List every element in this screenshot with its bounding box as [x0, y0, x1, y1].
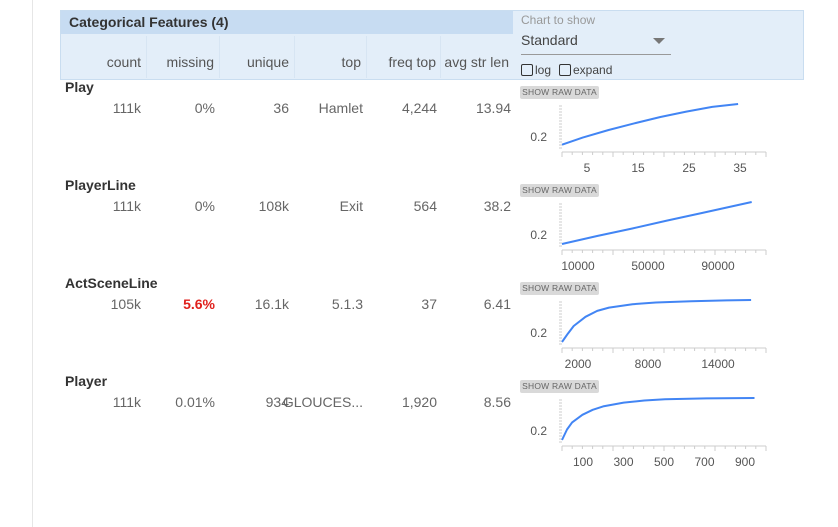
- cell-freq-top: 4,244: [401, 100, 437, 116]
- feature-name: ActSceneLine: [65, 275, 158, 291]
- cdf-chart: 0.2 10000 50000 90000: [520, 197, 780, 273]
- section-title: Categorical Features (4): [61, 11, 513, 34]
- x-tick-label: 15: [631, 161, 645, 175]
- cell-count: 105k: [110, 296, 141, 312]
- log-checkbox[interactable]: log: [521, 63, 551, 77]
- cell-avg-str-len: 13.94: [475, 100, 511, 116]
- chart-svg: 0.2 10000 50000 90000: [530, 201, 767, 273]
- caret-down-icon: [653, 38, 665, 44]
- x-tick-label: 50000: [631, 259, 665, 273]
- feature-name: Player: [65, 373, 108, 389]
- y-tick-label: 0.2: [530, 130, 547, 144]
- cell-freq-top: 564: [413, 198, 437, 214]
- x-tick-label: 25: [682, 161, 696, 175]
- chart-svg: 0.2 100 300 500 700 900: [530, 397, 767, 469]
- chart-to-show-label: Chart to show: [521, 13, 596, 27]
- x-tick-label: 100: [573, 455, 593, 469]
- chart-svg: 0.2 5 15 25 35: [530, 103, 767, 175]
- cell-unique: 16.1k: [254, 296, 289, 312]
- x-tick-label: 500: [654, 455, 674, 469]
- cdf-series-line: [561, 103, 739, 146]
- expand-checkbox[interactable]: expand: [559, 63, 612, 77]
- cdf-series-line: [561, 299, 752, 343]
- cell-count: 111k: [112, 100, 141, 116]
- cell-missing: 0%: [194, 198, 215, 214]
- cell-avg-str-len: 8.56: [483, 394, 511, 410]
- chart-type-select[interactable]: Standard: [521, 30, 671, 55]
- x-axis: [561, 445, 767, 451]
- cell-avg-str-len: 6.41: [483, 296, 511, 312]
- x-tick-label: 10000: [561, 259, 595, 273]
- log-label: log: [535, 63, 552, 77]
- y-tick-label: 0.2: [530, 424, 547, 438]
- cdf-series-line: [561, 397, 755, 441]
- feature-name: PlayerLine: [65, 177, 136, 193]
- cell-count: 111k: [112, 394, 141, 410]
- x-tick-label: 700: [694, 455, 714, 469]
- cell-count: 111k: [112, 198, 141, 214]
- y-axis: [559, 203, 562, 247]
- column-header-count: count: [106, 54, 141, 70]
- column-header-avg-str-len: avg str len: [440, 36, 513, 78]
- x-tick-label: 2000: [565, 357, 592, 371]
- checkbox-icon: [559, 64, 571, 76]
- column-header-unique: unique: [219, 36, 294, 78]
- cdf-chart: 0.2 2000 8000 14000: [520, 295, 780, 371]
- checkbox-icon: [521, 64, 533, 76]
- expand-label: expand: [573, 63, 613, 77]
- cell-top: GLOUCES...: [282, 394, 363, 410]
- show-raw-data-button[interactable]: SHOW RAW DATA: [520, 380, 599, 393]
- column-header-missing: missing: [146, 36, 219, 78]
- cell-freq-top: 37: [421, 296, 437, 312]
- y-tick-label: 0.2: [530, 228, 547, 242]
- cell-missing: 5.6%: [183, 296, 215, 312]
- y-tick-label: 0.2: [530, 326, 547, 340]
- x-tick-label: 900: [735, 455, 755, 469]
- x-tick-label: 8000: [635, 357, 662, 371]
- x-tick-label: 5: [584, 161, 591, 175]
- cell-unique: 36: [273, 100, 289, 116]
- x-tick-label: 90000: [701, 259, 735, 273]
- cell-missing: 0%: [194, 100, 215, 116]
- y-axis: [559, 105, 562, 149]
- cell-avg-str-len: 38.2: [483, 198, 511, 214]
- feature-name: Play: [65, 79, 94, 95]
- x-tick-label: 300: [613, 455, 633, 469]
- column-header-top: top: [294, 36, 366, 78]
- x-axis: [561, 347, 767, 353]
- cell-missing: 0.01%: [175, 394, 215, 410]
- show-raw-data-button[interactable]: SHOW RAW DATA: [520, 282, 599, 295]
- cell-top: 5.1.3: [331, 296, 363, 312]
- column-header-freq-top: freq top: [366, 36, 440, 78]
- show-raw-data-button[interactable]: SHOW RAW DATA: [520, 86, 599, 99]
- chart-type-value: Standard: [521, 32, 578, 48]
- y-axis: [559, 301, 562, 345]
- cell-unique: 108k: [258, 198, 289, 214]
- x-axis: [561, 151, 767, 157]
- y-axis: [559, 399, 562, 443]
- cell-freq-top: 1,920: [401, 394, 437, 410]
- chart-svg: 0.2 2000 8000 14000: [530, 299, 767, 371]
- cdf-series-line: [561, 201, 752, 245]
- cell-top: Exit: [339, 198, 363, 214]
- x-tick-label: 14000: [701, 357, 735, 371]
- cdf-chart: 0.2 100 300 500 700 900: [520, 393, 780, 469]
- x-axis: [561, 249, 767, 255]
- cdf-chart: 0.2 5 15 25 35: [520, 99, 780, 175]
- x-tick-label: 35: [733, 161, 747, 175]
- show-raw-data-button[interactable]: SHOW RAW DATA: [520, 184, 599, 197]
- cell-top: Hamlet: [318, 100, 363, 116]
